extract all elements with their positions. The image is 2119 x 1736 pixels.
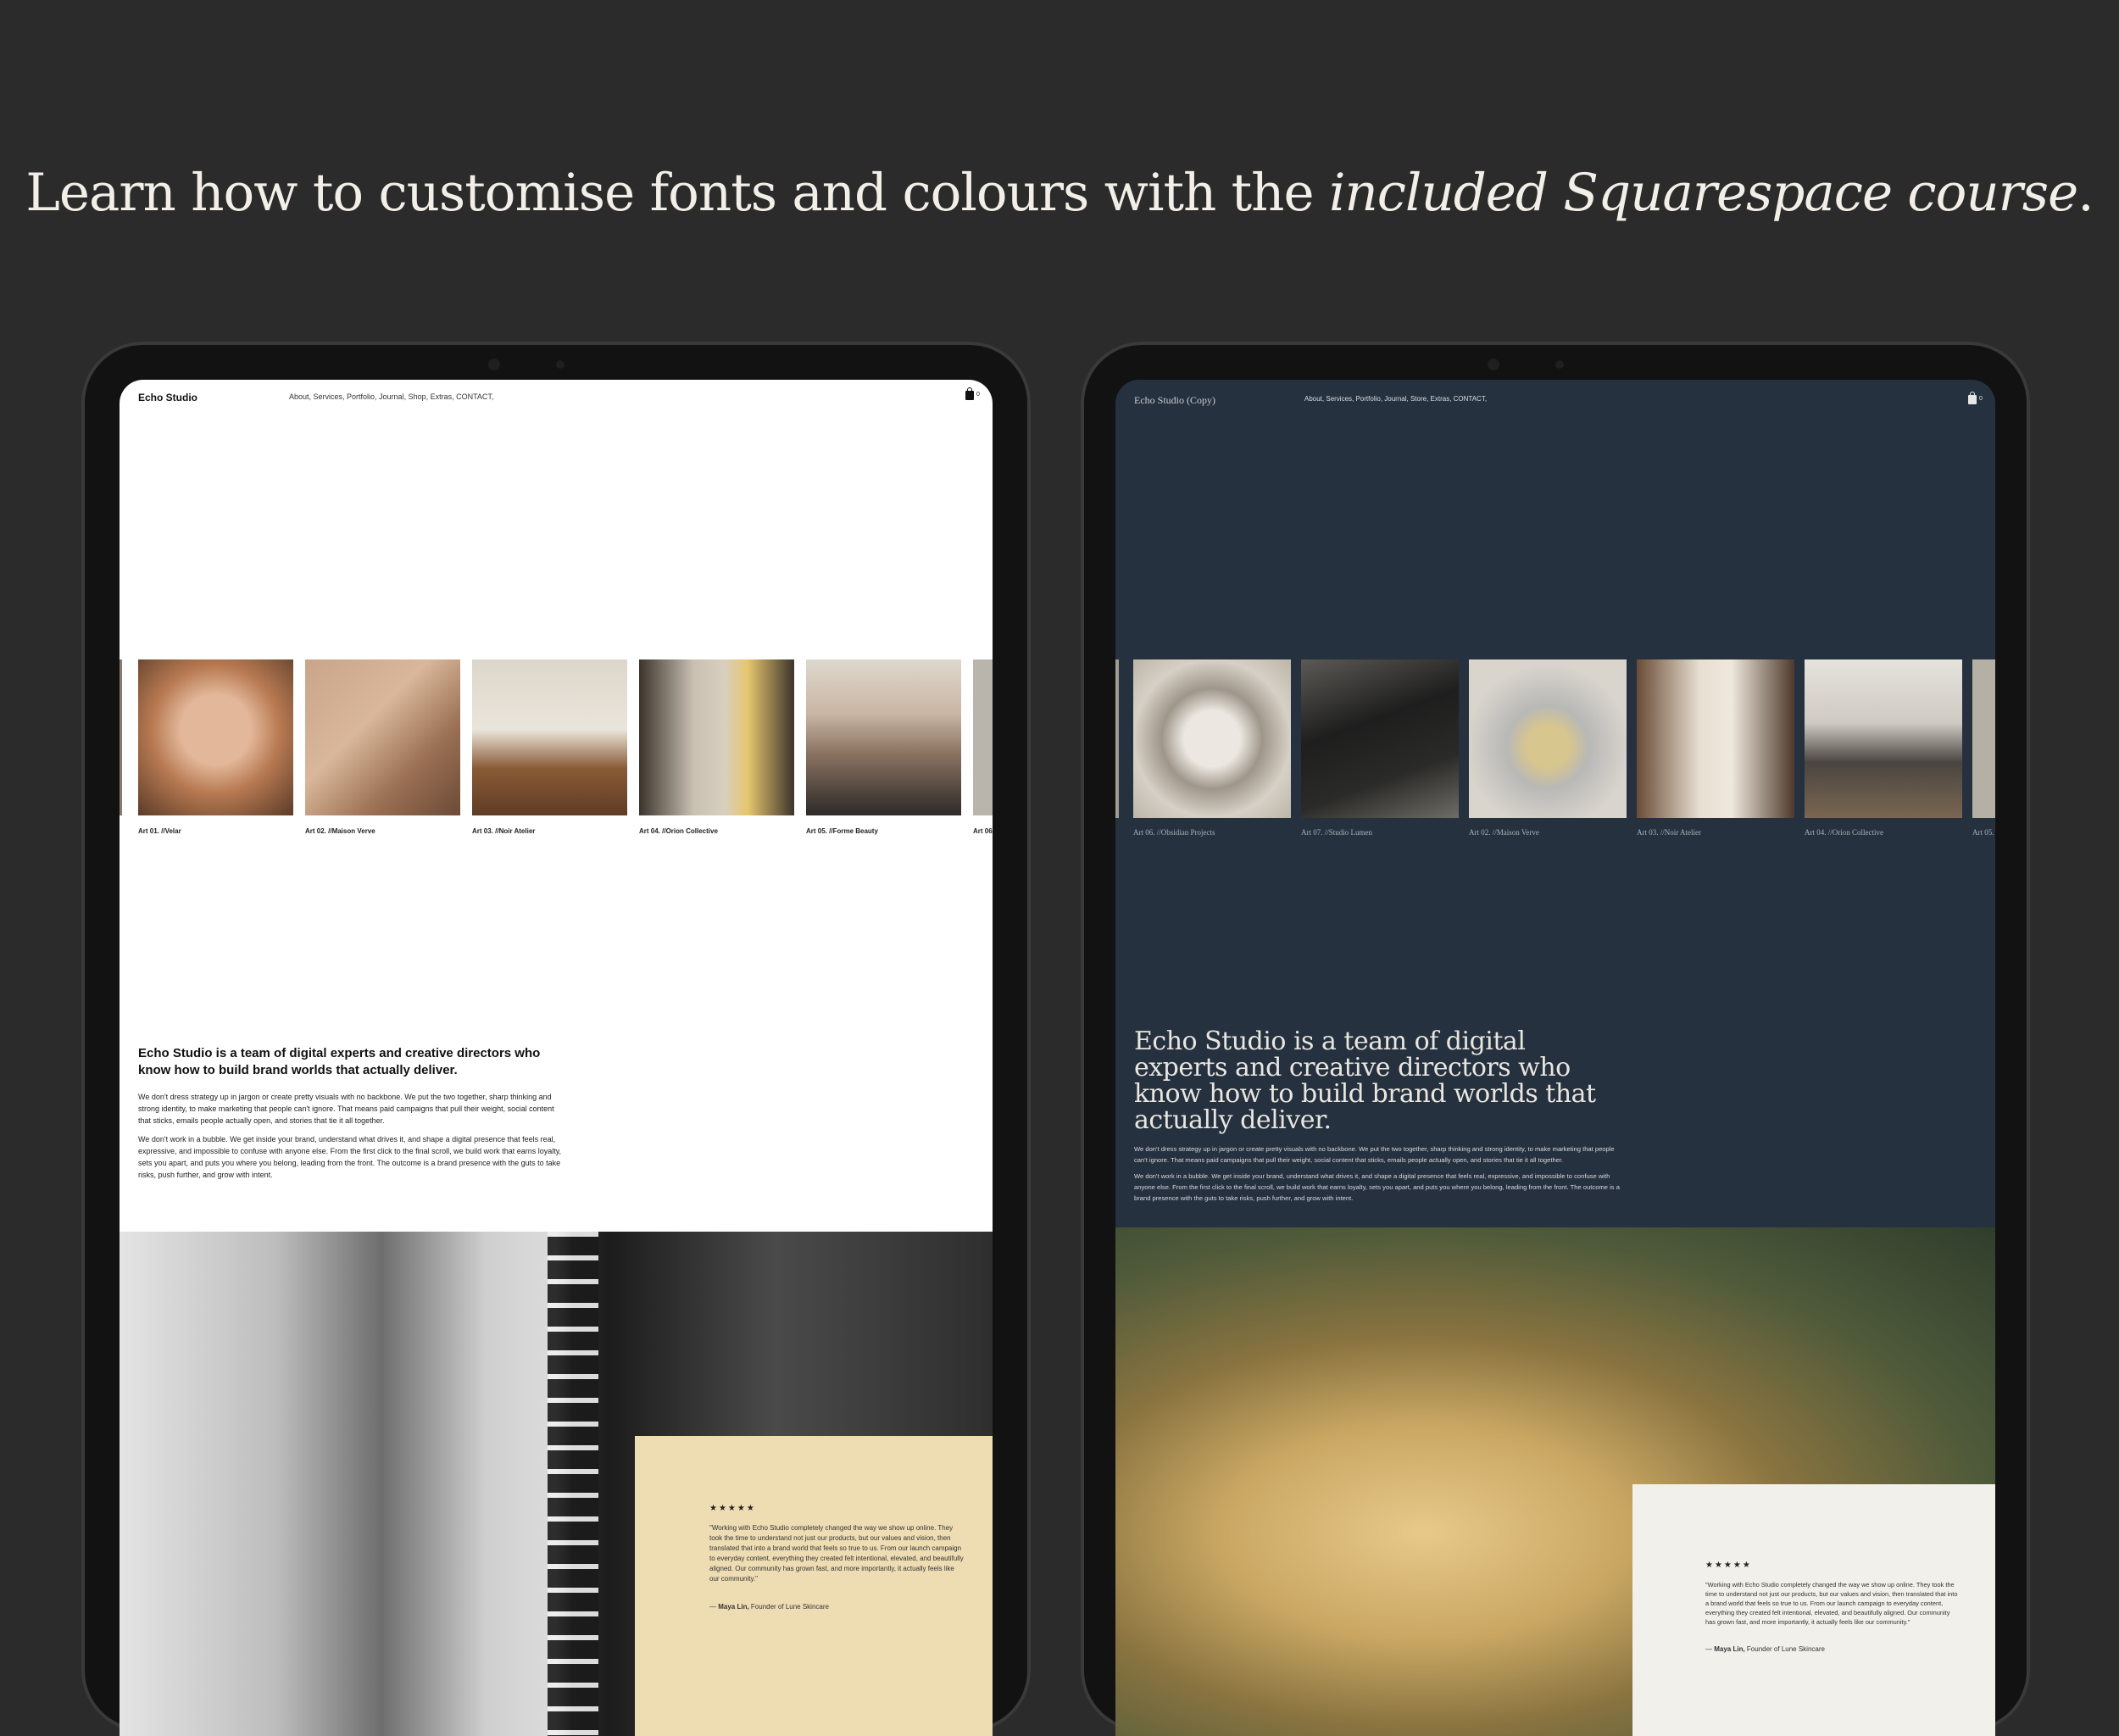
- ipad-right: Echo Studio (Copy) About, Services, Port…: [1081, 342, 2030, 1736]
- cart-icon: [965, 391, 974, 400]
- portfolio-image: [1115, 659, 1119, 818]
- nav-links[interactable]: About, Services, Portfolio, Journal, Sho…: [289, 392, 493, 401]
- portfolio-item[interactable]: Art 03. //Noir Atelier: [472, 659, 627, 835]
- author-name: Maya Lin,: [1714, 1645, 1745, 1653]
- headline-italic: included Squarespace course: [1328, 163, 2078, 223]
- testimonial-author: — Maya Lin, Founder of Lune Skincare: [709, 1603, 964, 1611]
- site-header: Echo Studio (Copy) About, Services, Port…: [1115, 380, 1995, 414]
- portfolio-caption: Art 07. //Studio Lumen: [1301, 828, 1372, 837]
- headline-text: Learn how to customise fonts and colours…: [25, 163, 1329, 223]
- portfolio-image: [138, 659, 293, 815]
- portfolio-item[interactable]: Art 06. //Obsidian Projects: [1133, 659, 1291, 837]
- portfolio-caption: Art 06.: [973, 827, 993, 835]
- portfolio-caption: Art 04. //Orion Collective: [639, 827, 718, 835]
- about-heading: Echo Studio is a team of digital experts…: [138, 1046, 541, 1077]
- portfolio-image: [1972, 659, 1995, 818]
- portfolio-caption: Art 03. //Noir Atelier: [472, 827, 536, 835]
- site-screen-light: Echo Studio About, Services, Portfolio, …: [120, 380, 993, 1736]
- portfolio-item[interactable]: Art 07. //Studio Lumen: [1301, 659, 1459, 837]
- portfolio-item[interactable]: Art 02. //Maison Verve: [305, 659, 460, 835]
- cart-count: 0: [976, 392, 980, 398]
- portfolio-caption: Art 03. //Noir Atelier: [1637, 828, 1701, 837]
- portfolio-item[interactable]: Art 04. //Orion Collective: [639, 659, 794, 835]
- cart-button[interactable]: 0: [965, 387, 981, 403]
- portfolio-strip: Art 06. //Obsidian Projects Art 07. //St…: [1115, 659, 1995, 837]
- nav-links[interactable]: About, Services, Portfolio, Journal, Sto…: [1304, 395, 1487, 403]
- cart-count: 0: [1979, 396, 1983, 402]
- cart-button[interactable]: 0: [1968, 392, 1983, 407]
- portfolio-image: [1469, 659, 1627, 818]
- rating-stars: ★★★★★: [1705, 1561, 1752, 1570]
- portfolio-item[interactable]: Art 01. //Velar: [138, 659, 293, 835]
- ipad-left: Echo Studio About, Services, Portfolio, …: [81, 342, 1031, 1736]
- portfolio-item[interactable]: [1115, 659, 1119, 818]
- headline-end: .: [2077, 163, 2094, 223]
- author-role: Founder of Lune Skincare: [1744, 1645, 1825, 1653]
- about-section: Echo Studio is a team of digital experts…: [1134, 1028, 1626, 1204]
- testimonial-card: ★★★★★ "Working with Echo Studio complete…: [1632, 1484, 1995, 1736]
- author-role: Founder of Lune Skincare: [748, 1603, 829, 1611]
- about-paragraph: We don't work in a bubble. We get inside…: [1134, 1172, 1620, 1202]
- portfolio-item[interactable]: Art 05. //Forme Beauty: [806, 659, 961, 835]
- portfolio-caption: Art 02. //Maison Verve: [1469, 828, 1539, 837]
- site-logo[interactable]: Echo Studio (Copy): [1134, 394, 1215, 407]
- hero-image: ★★★★★ "Working with Echo Studio complete…: [1115, 1227, 1995, 1736]
- sensor-dot: [1555, 360, 1564, 369]
- camera-dot: [1488, 359, 1499, 370]
- about-paragraph: We don't dress strategy up in jargon or …: [1134, 1145, 1615, 1164]
- site-header: Echo Studio About, Services, Portfolio, …: [120, 380, 993, 414]
- portfolio-strip: Art 01. //Velar Art 02. //Maison Verve A…: [120, 659, 993, 835]
- portfolio-image: [806, 659, 961, 815]
- portfolio-caption: Art 02. //Maison Verve: [305, 827, 375, 835]
- portfolio-image: [1301, 659, 1459, 818]
- portfolio-caption: Art 01. //Velar: [138, 827, 181, 835]
- author-dash: —: [709, 1603, 719, 1611]
- about-heading: Echo Studio is a team of digital experts…: [1134, 1027, 1596, 1135]
- rating-stars: ★★★★★: [709, 1504, 756, 1513]
- author-name: Maya Lin,: [718, 1603, 749, 1611]
- portfolio-image: [973, 659, 993, 815]
- portfolio-item[interactable]: Art 02. //Maison Verve: [1469, 659, 1627, 837]
- about-paragraph: We don't work in a bubble. We get inside…: [138, 1135, 562, 1179]
- author-dash: —: [1705, 1645, 1715, 1653]
- portfolio-caption: Art 04. //Orion Collective: [1805, 828, 1883, 837]
- portfolio-image: [1133, 659, 1291, 818]
- portfolio-item[interactable]: Art 06.: [973, 659, 993, 835]
- portfolio-caption: Art 06. //Obsidian Projects: [1133, 828, 1215, 837]
- testimonial-author: — Maya Lin, Founder of Lune Skincare: [1705, 1645, 1960, 1653]
- testimonial-quote: "Working with Echo Studio completely cha…: [1705, 1581, 1958, 1626]
- portfolio-image: [305, 659, 460, 815]
- site-screen-dark: Echo Studio (Copy) About, Services, Port…: [1115, 380, 1995, 1736]
- portfolio-item[interactable]: [120, 659, 122, 815]
- portfolio-image: [639, 659, 794, 815]
- portfolio-caption: Art 05. //Forme Beauty: [806, 827, 878, 835]
- about-paragraph: We don't dress strategy up in jargon or …: [138, 1093, 554, 1125]
- site-logo[interactable]: Echo Studio: [138, 392, 197, 403]
- portfolio-image: [1637, 659, 1794, 818]
- about-section: Echo Studio is a team of digital experts…: [138, 1045, 562, 1181]
- cart-icon: [1968, 395, 1977, 404]
- portfolio-item[interactable]: Art 04. //Orion Collective: [1805, 659, 1962, 837]
- portfolio-caption: Art 05.: [1972, 828, 1994, 837]
- testimonial-card: ★★★★★ "Working with Echo Studio complete…: [635, 1436, 993, 1736]
- portfolio-item[interactable]: Art 05.: [1972, 659, 1995, 837]
- testimonial-quote: "Working with Echo Studio completely cha…: [709, 1524, 964, 1583]
- hero-image: ★★★★★ "Working with Echo Studio complete…: [120, 1232, 993, 1736]
- portfolio-item[interactable]: Art 03. //Noir Atelier: [1637, 659, 1794, 837]
- camera-dot: [488, 359, 500, 370]
- portfolio-image: [1805, 659, 1962, 818]
- spiral-binding: [548, 1232, 598, 1736]
- portfolio-image: [120, 659, 122, 815]
- portfolio-image: [472, 659, 627, 815]
- sensor-dot: [556, 360, 565, 369]
- headline: Learn how to customise fonts and colours…: [0, 163, 2119, 223]
